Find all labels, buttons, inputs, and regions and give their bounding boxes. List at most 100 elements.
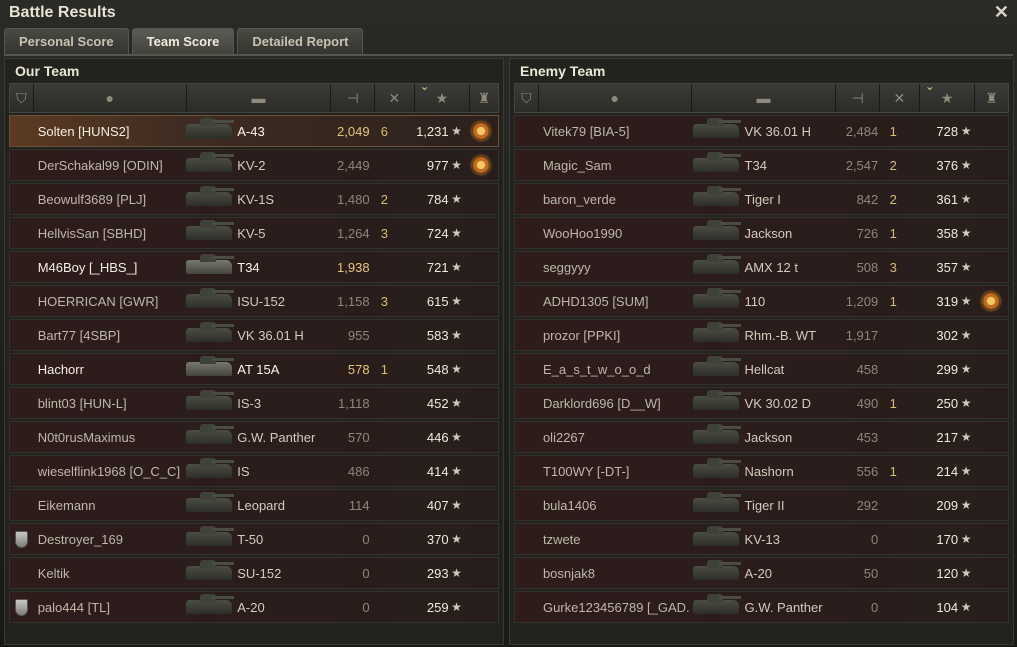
enemy-team-title: Enemy Team (520, 63, 606, 79)
damage-icon[interactable]: ⊣ (331, 84, 375, 112)
close-icon[interactable]: ✕ (994, 2, 1009, 23)
star-icon: ★ (451, 396, 462, 410)
tab-detailed-report[interactable]: Detailed Report (237, 28, 364, 54)
medal-icon[interactable] (982, 292, 1001, 310)
player-row[interactable]: tzwete KV-13 0 170 ★ (514, 523, 1009, 555)
damage-value: 1,480 (337, 191, 370, 207)
xp-value: 170 (936, 531, 959, 547)
player-row[interactable]: HOERRICAN [GWR] ISU-152 1,158 3 615 ★ (9, 285, 499, 317)
kills-value: 1 (889, 395, 897, 411)
kills-icon[interactable]: ✕ (880, 84, 920, 112)
kills-value: 2 (889, 157, 897, 173)
player-row[interactable]: Bart77 [4SBP] VK 36.01 H 955 583 ★ (9, 319, 499, 351)
vehicle-icon[interactable]: ▬ (692, 84, 837, 112)
star-icon: ★ (960, 396, 972, 410)
tank-icon (689, 490, 743, 520)
star-icon: ★ (451, 566, 462, 580)
player-row[interactable]: E_a_s_t_w_o_o_d Hellcat 458 299 ★ (514, 353, 1009, 385)
player-row[interactable]: Solten [HUNS2] A-43 2,049 6 1,231 ★ (9, 115, 499, 147)
tank-icon (182, 320, 235, 350)
player-row[interactable]: palo444 [TL] A-20 0 259 ★ (9, 591, 499, 623)
tank-icon (182, 116, 235, 146)
player-name: baron_verde (542, 191, 616, 207)
player-row[interactable]: bosnjak8 A-20 50 120 ★ (514, 557, 1009, 589)
tank-icon (689, 252, 743, 282)
platoon-icon[interactable]: ⛉ (515, 84, 539, 112)
vehicle-name: IS (237, 463, 250, 479)
platoon-icon[interactable]: ⛉ (10, 84, 34, 112)
tank-icon (689, 184, 743, 214)
player-row[interactable]: Gurke123456789 [_GAD.. G.W. Panther 0 104 ★ (514, 591, 1009, 623)
player-row[interactable]: Eikemann Leopard 114 407 ★ (9, 489, 499, 521)
star-icon: ★ (960, 498, 972, 512)
player-row[interactable]: seggyyy AMX 12 t 508 3 357 ★ (514, 251, 1009, 283)
player-row[interactable]: M46Boy [_HBS_] T34 1,938 721 ★ (9, 251, 499, 283)
tank-icon (689, 218, 743, 248)
xp-value: 259 (426, 599, 449, 615)
kills-value: 3 (889, 259, 897, 275)
tab-team-score[interactable]: Team Score (131, 28, 235, 54)
kills-icon[interactable]: ✕ (375, 84, 415, 112)
vehicle-name: VK 30.02 D (744, 395, 812, 411)
player-row[interactable]: Vitek79 [BIA-5] VK 36.01 H 2,484 1 728 ★ (514, 115, 1009, 147)
xp-value: 214 (936, 463, 959, 479)
star-icon: ★ (451, 328, 462, 342)
kills-value: 3 (380, 225, 389, 241)
kills-value: 1 (380, 361, 389, 377)
player-row[interactable]: ADHD1305 [SUM] 110 1,209 1 319 ★ (514, 285, 1009, 317)
medal-icon[interactable] (472, 156, 491, 174)
vehicle-icon[interactable]: ▬ (187, 84, 332, 112)
damage-icon[interactable]: ⊣ (836, 84, 881, 112)
player-icon[interactable]: ● (539, 84, 692, 112)
medal-icon[interactable] (472, 122, 491, 140)
player-row[interactable]: WooHoo1990 Jackson 726 1 358 ★ (514, 217, 1009, 249)
player-name: Hachorr (37, 361, 84, 377)
damage-value: 2,049 (337, 123, 370, 139)
tank-icon (182, 150, 235, 180)
damage-value: 955 (347, 327, 370, 343)
medal-icon[interactable]: ♜ (975, 84, 1008, 112)
player-name: Solten [HUNS2] (37, 123, 130, 139)
player-row[interactable]: bula1406 Tiger II 292 209 ★ (514, 489, 1009, 521)
medal-icon[interactable]: ♜ (470, 84, 498, 112)
vehicle-name: Tiger I (744, 191, 781, 207)
kills-value: 6 (380, 123, 389, 139)
player-row[interactable]: baron_verde Tiger I 842 2 361 ★ (514, 183, 1009, 215)
player-row[interactable]: Magic_Sam T34 2,547 2 376 ★ (514, 149, 1009, 181)
player-row[interactable]: HellvisSan [SBHD] KV-5 1,264 3 724 ★ (9, 217, 499, 249)
xp-value: 548 (426, 361, 449, 377)
xp-value: 299 (936, 361, 959, 377)
player-row[interactable]: Hachorr AT 15A 578 1 548 ★ (9, 353, 499, 385)
player-icon[interactable]: ● (34, 84, 187, 112)
enemy-team-rows: Vitek79 [BIA-5] VK 36.01 H 2,484 1 728 ★ Magic… (514, 115, 1009, 625)
xp-value: 358 (936, 225, 959, 241)
player-row[interactable]: Beowulf3689 [PLJ] KV-1S 1,480 2 784 ★ (9, 183, 499, 215)
player-name: Beowulf3689 [PLJ] (37, 191, 147, 207)
tab-personal-score[interactable]: Personal Score (4, 28, 129, 54)
vehicle-name: AMX 12 t (744, 259, 799, 275)
damage-value: 2,449 (337, 157, 370, 173)
xp-value: 784 (426, 191, 449, 207)
vehicle-name: Rhm.-B. WT (744, 327, 817, 343)
player-row[interactable]: N0t0rusMaximus G.W. Panther 570 446 ★ (9, 421, 499, 453)
vehicle-name: T34 (237, 259, 260, 275)
player-row[interactable]: Darklord696 [D__W] VK 30.02 D 490 1 250 ★ (514, 387, 1009, 419)
xp-value: 293 (426, 565, 449, 581)
player-row[interactable]: prozor [PPKI] Rhm.-B. WT 1,917 302 ★ (514, 319, 1009, 351)
player-row[interactable]: DerSchakal99 [ODIN] KV-2 2,449 977 ★ (9, 149, 499, 181)
star-icon: ★ (960, 260, 972, 274)
player-row[interactable]: Keltik SU-152 0 293 ★ (9, 557, 499, 589)
vehicle-name: ISU-152 (237, 293, 285, 309)
xp-star-icon[interactable]: ★ (920, 79, 976, 112)
tank-icon (182, 218, 235, 248)
xp-star-icon[interactable]: ★ (415, 79, 471, 112)
player-row[interactable]: blint03 [HUN-L] IS-3 1,118 452 ★ (9, 387, 499, 419)
player-row[interactable]: T100WY [-DT-] Nashorn 556 1 214 ★ (514, 455, 1009, 487)
player-row[interactable]: oli2267 Jackson 453 217 ★ (514, 421, 1009, 453)
xp-value: 376 (936, 157, 959, 173)
player-row[interactable]: wieselflink1968 [O_C_C] IS 486 414 ★ (9, 455, 499, 487)
star-icon: ★ (960, 600, 972, 614)
damage-value: 842 (856, 191, 879, 207)
xp-value: 120 (936, 565, 959, 581)
player-row[interactable]: Destroyer_169 T-50 0 370 ★ (9, 523, 499, 555)
